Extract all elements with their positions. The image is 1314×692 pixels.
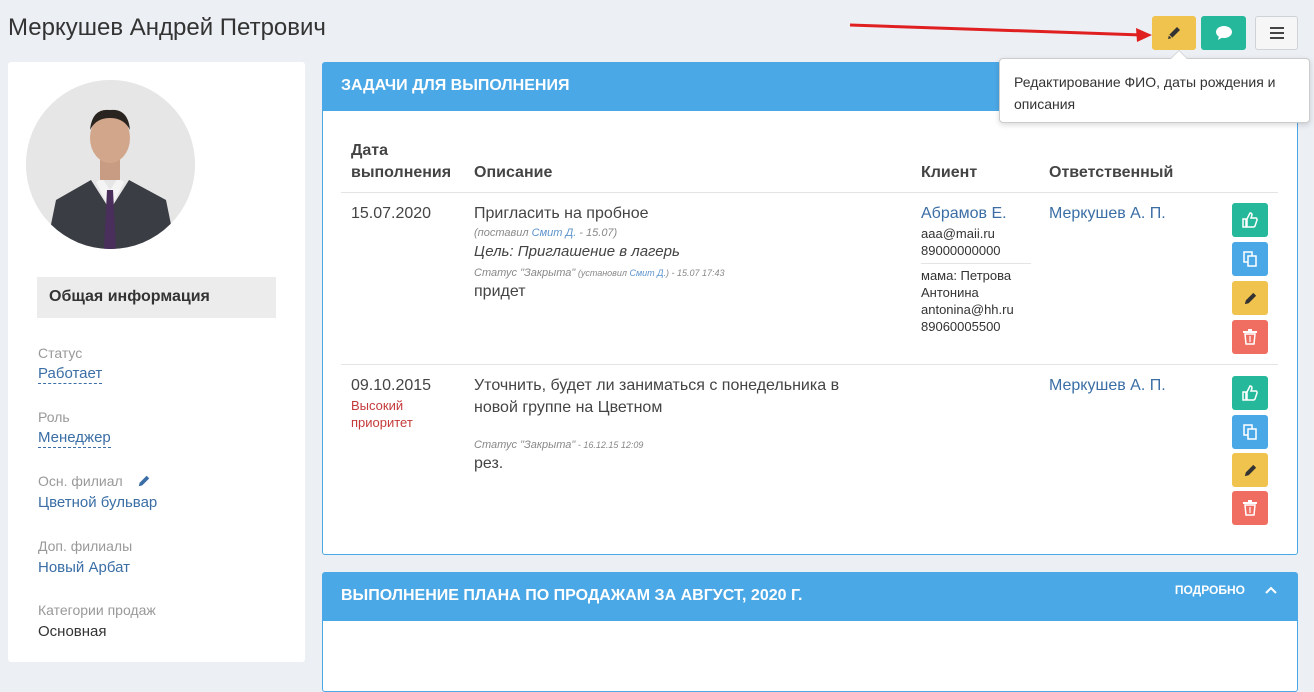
pencil-icon[interactable]: [137, 474, 151, 488]
field-extra-branches: Доп. филиалы Новый Арбат: [38, 538, 133, 578]
extra-branch-value[interactable]: Новый Арбат: [38, 558, 130, 578]
column-description: Описание: [474, 164, 553, 181]
edit-task-button[interactable]: [1232, 453, 1268, 487]
field-status: Статус Работает: [38, 345, 103, 384]
status-value[interactable]: Работает: [38, 365, 103, 384]
task-date: 09.10.2015 Высокий приоритет: [351, 377, 432, 430]
sales-category-value: Основная: [38, 623, 107, 640]
role-value[interactable]: Менеджер: [38, 429, 111, 448]
edit-profile-button[interactable]: [1152, 16, 1196, 50]
thumbs-up-icon: [1242, 212, 1258, 228]
edit-task-button[interactable]: [1232, 281, 1268, 315]
task-client: Абрамов Е. aaa@maii.ru 89000000000 мама:…: [921, 203, 1031, 335]
divider: [341, 364, 1278, 365]
edit-tooltip: Редактирование ФИО, даты рождения и опис…: [999, 50, 1310, 123]
copy-icon: [1243, 424, 1257, 440]
trash-icon: [1243, 329, 1257, 345]
column-client: Клиент: [921, 164, 978, 181]
field-main-branch: Осн. филиал Цветной бульвар: [38, 473, 158, 513]
chat-button[interactable]: [1201, 16, 1246, 50]
tasks-panel: ЗАДАЧИ ДЛЯ ВЫПОЛНЕНИЯ Дата выполнения Оп…: [322, 62, 1298, 555]
delete-task-button[interactable]: [1232, 491, 1268, 525]
general-info-heading: Общая информация: [37, 277, 276, 318]
task-status: Статус "Закрыта" - 16.12.15 12:09: [474, 439, 644, 451]
copy-button[interactable]: [1232, 415, 1268, 449]
sales-plan-panel: ВЫПОЛНЕНИЕ ПЛАНА ПО ПРОДАЖАМ ЗА АВГУСТ, …: [322, 572, 1298, 692]
avatar: [26, 80, 195, 249]
priority-label: Высокий приоритет: [351, 398, 413, 430]
copy-button[interactable]: [1232, 242, 1268, 276]
divider: [341, 192, 1278, 193]
main-branch-value[interactable]: Цветной бульвар: [38, 493, 157, 513]
menu-button[interactable]: [1255, 16, 1298, 50]
task-set-by: (поставил Смит Д. - 15.07): [474, 227, 618, 239]
column-responsible: Ответственный: [1049, 164, 1174, 181]
trash-icon: [1243, 500, 1257, 516]
task-responsible[interactable]: Меркушев А. П.: [1049, 203, 1166, 225]
delete-task-button[interactable]: [1232, 320, 1268, 354]
sales-panel-title: ВЫПОЛНЕНИЕ ПЛАНА ПО ПРОДАЖАМ ЗА АВГУСТ, …: [323, 573, 1297, 621]
chat-bubble-icon: [1215, 26, 1232, 40]
column-date: Дата выполнения: [351, 142, 452, 181]
task-status: Статус "Закрыта" (установил Смит Д.) - 1…: [474, 267, 725, 279]
divider: [921, 263, 1031, 264]
pencil-icon: [1244, 464, 1256, 476]
like-button[interactable]: [1232, 203, 1268, 237]
like-button[interactable]: [1232, 376, 1268, 410]
task-responsible[interactable]: Меркушев А. П.: [1049, 375, 1166, 397]
task-result: рез.: [474, 455, 504, 472]
thumbs-up-icon: [1242, 385, 1258, 401]
details-link[interactable]: ПОДРОБНО: [1175, 583, 1245, 597]
task-description: Уточнить, будет ли заниматься с понедель…: [474, 375, 894, 475]
chevron-up-icon[interactable]: [1265, 586, 1277, 594]
task-result: придет: [474, 283, 526, 300]
field-sales-categories: Категории продаж Основная: [38, 602, 156, 640]
task-description: Пригласить на пробное (поставил Смит Д. …: [474, 203, 894, 303]
copy-icon: [1243, 251, 1257, 267]
profile-sidebar: Общая информация Статус Работает Роль Ме…: [8, 62, 305, 662]
task-goal: Цель: Приглашение в лагерь: [474, 243, 680, 260]
client-link[interactable]: Абрамов Е.: [921, 203, 1031, 225]
task-date: 15.07.2020: [351, 205, 432, 222]
pencil-icon: [1168, 27, 1180, 39]
pencil-icon: [1244, 292, 1256, 304]
hamburger-icon: [1269, 27, 1284, 39]
page-title: Меркушев Андрей Петрович: [8, 14, 326, 41]
field-role: Роль Менеджер: [38, 409, 111, 448]
